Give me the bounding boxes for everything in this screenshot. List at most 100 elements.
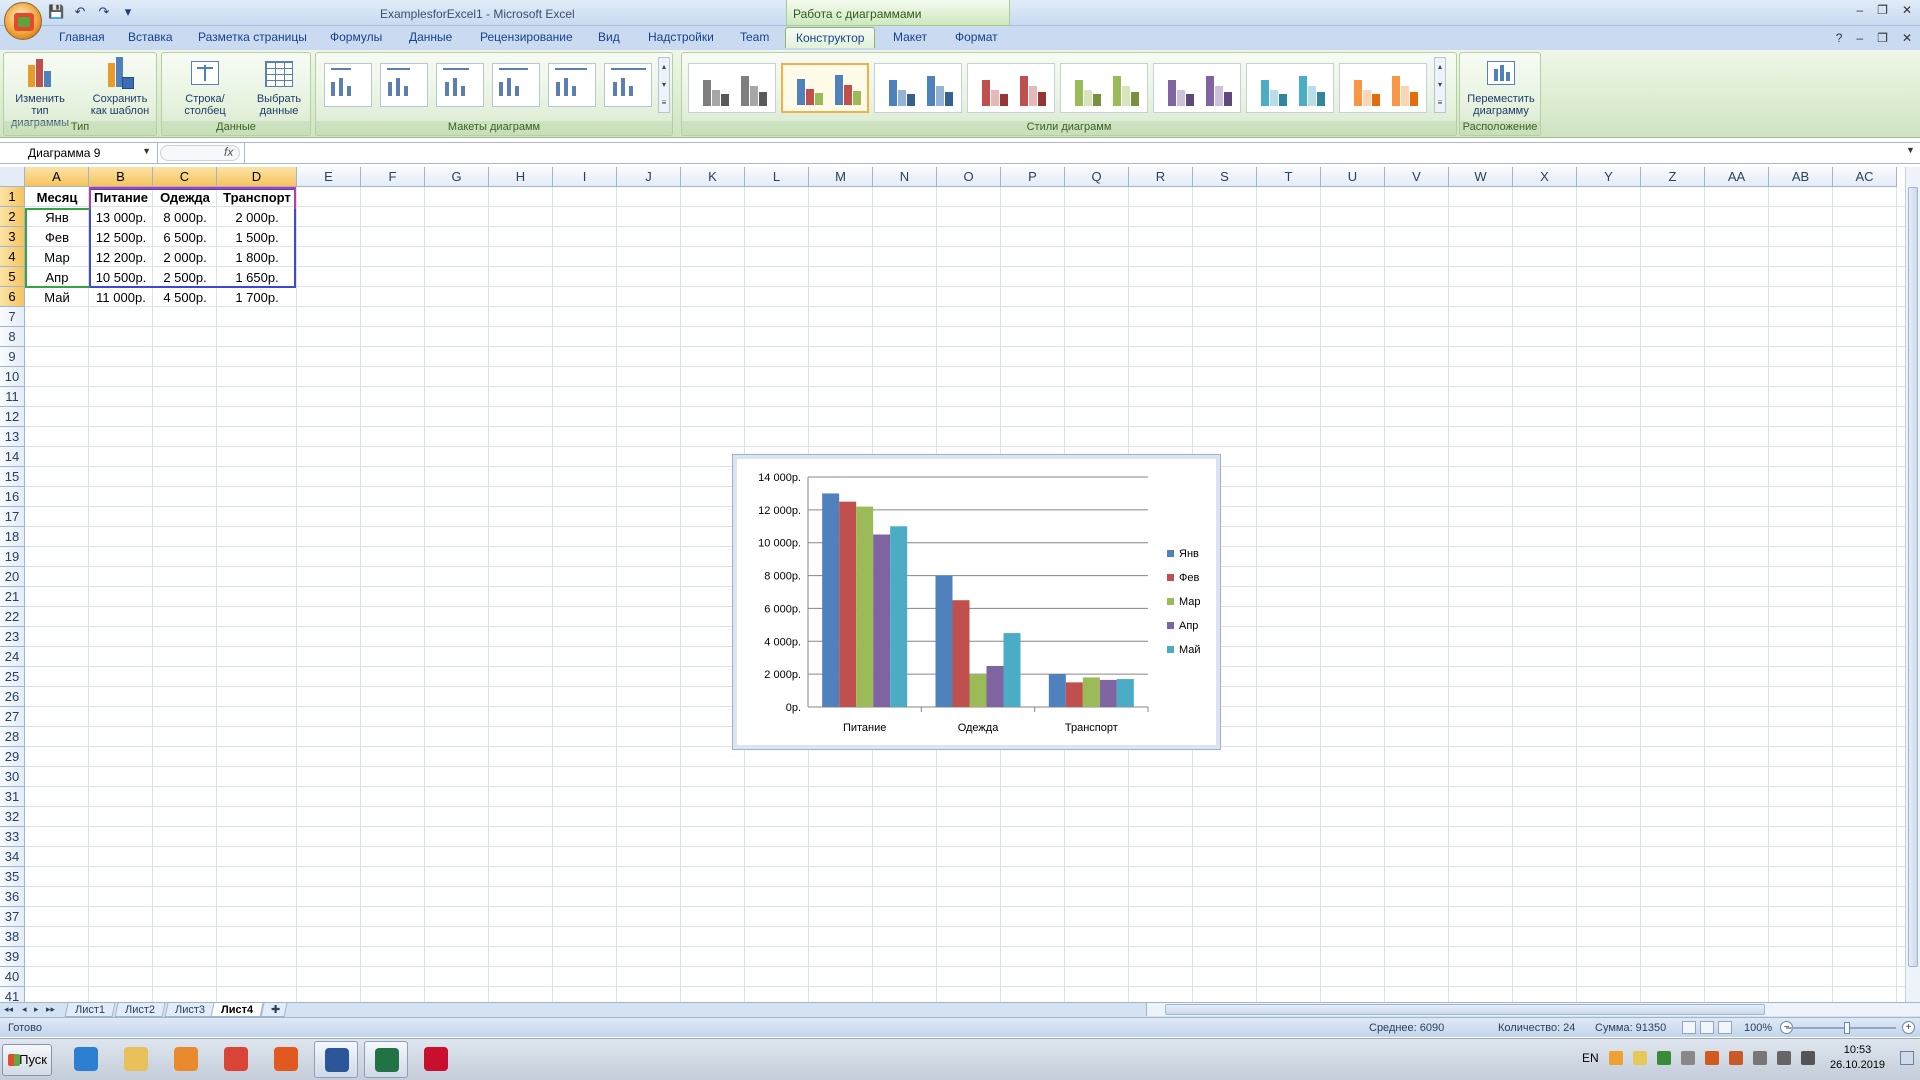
column-header-Q[interactable]: Q — [1065, 167, 1129, 187]
chart-style-1[interactable] — [688, 63, 776, 113]
column-header-B[interactable]: B — [89, 167, 153, 187]
column-header-K[interactable]: K — [681, 167, 745, 187]
tray-folder-icon[interactable] — [1632, 1051, 1647, 1065]
workbook-restore-button[interactable]: ❐ — [1877, 31, 1888, 45]
minimize-button[interactable]: – — [1856, 3, 1863, 17]
x-tick-label[interactable]: Транспорт — [1065, 722, 1118, 734]
y-tick-label[interactable]: 0р. — [786, 702, 801, 714]
bar-Апр-Питание[interactable] — [873, 534, 891, 708]
row-header-12[interactable]: 12 — [0, 407, 25, 427]
table-cell[interactable]: 1 500р. — [217, 228, 297, 248]
column-header-T[interactable]: T — [1257, 167, 1321, 187]
taskbar-internet-explorer[interactable] — [64, 1041, 108, 1078]
chart-layout-4[interactable] — [492, 63, 540, 107]
column-header-N[interactable]: N — [873, 167, 937, 187]
show-desktop-button[interactable] — [1900, 1051, 1914, 1065]
table-cell[interactable]: 2 000р. — [217, 208, 297, 228]
legend-label[interactable]: Фев — [1179, 572, 1199, 584]
row-header-37[interactable]: 37 — [0, 907, 25, 927]
column-header-R[interactable]: R — [1129, 167, 1193, 187]
page-break-view-button[interactable] — [1718, 1021, 1732, 1034]
table-cell[interactable]: Янв — [25, 208, 89, 228]
legend-swatch-Май[interactable] — [1167, 646, 1174, 653]
tab-1[interactable]: Вставка — [128, 30, 173, 44]
column-header-AA[interactable]: AA — [1705, 167, 1769, 187]
tray-nvidia-icon[interactable] — [1656, 1051, 1671, 1065]
bar-Фев-Питание[interactable] — [839, 501, 857, 707]
formula-input[interactable] — [244, 143, 1904, 163]
y-tick-label[interactable]: 12 000р. — [758, 505, 801, 517]
y-tick-label[interactable]: 10 000р. — [758, 538, 801, 550]
row-header-32[interactable]: 32 — [0, 807, 25, 827]
row-header-20[interactable]: 20 — [0, 567, 25, 587]
column-header-F[interactable]: F — [361, 167, 425, 187]
last-sheet-icon[interactable]: ▸▸ — [46, 1004, 55, 1015]
select-data-button[interactable]: Выбрать данные — [250, 57, 308, 117]
chart-layout-2[interactable] — [380, 63, 428, 107]
column-header-E[interactable]: E — [297, 167, 361, 187]
page-layout-view-button[interactable] — [1700, 1021, 1714, 1034]
row-header-2[interactable]: 2 — [0, 207, 25, 227]
row-header-5[interactable]: 5 — [0, 267, 25, 287]
legend-label[interactable]: Янв — [1179, 548, 1199, 560]
tab-11[interactable]: Формат — [955, 30, 998, 44]
tab-4[interactable]: Данные — [409, 30, 452, 44]
start-button[interactable]: Пуск — [2, 1044, 52, 1076]
bar-Фев-Одежда[interactable] — [952, 600, 970, 707]
tab-0[interactable]: Главная — [59, 30, 105, 44]
tray-flag-icon[interactable] — [1752, 1051, 1767, 1065]
legend-label[interactable]: Май — [1179, 644, 1201, 656]
styles-gallery-scroll[interactable]: ▴ ▾ ≡ — [1434, 57, 1446, 113]
row-header-38[interactable]: 38 — [0, 927, 25, 947]
table-cell[interactable]: 10 500р. — [89, 268, 153, 288]
normal-view-button[interactable] — [1682, 1021, 1696, 1034]
bar-Апр-Одежда[interactable] — [986, 665, 1004, 707]
column-header-AB[interactable]: AB — [1769, 167, 1833, 187]
row-header-13[interactable]: 13 — [0, 427, 25, 447]
chart-style-6[interactable] — [1153, 63, 1241, 113]
bar-Май-Питание[interactable] — [890, 526, 908, 707]
zoom-level[interactable]: 100% — [1744, 1022, 1772, 1034]
tray-monitor-icon[interactable] — [1776, 1051, 1791, 1065]
row-header-34[interactable]: 34 — [0, 847, 25, 867]
row-header-14[interactable]: 14 — [0, 447, 25, 467]
row-header-10[interactable]: 10 — [0, 367, 25, 387]
chart-layout-6[interactable] — [604, 63, 652, 107]
tray-security-icon[interactable] — [1728, 1051, 1743, 1065]
vertical-scrollbar[interactable] — [1905, 167, 1920, 1002]
legend-swatch-Мар[interactable] — [1167, 598, 1174, 605]
column-header-S[interactable]: S — [1193, 167, 1257, 187]
taskbar-media-player[interactable] — [164, 1041, 208, 1078]
chevron-down-icon[interactable]: ▼ — [142, 146, 151, 156]
column-header-A[interactable]: A — [25, 167, 89, 187]
sheet-tab-Лист2[interactable]: Лист2 — [114, 1003, 166, 1017]
bar-Янв-Одежда[interactable] — [935, 575, 953, 707]
chart-style-4[interactable] — [967, 63, 1055, 113]
row-header-29[interactable]: 29 — [0, 747, 25, 767]
table-cell[interactable]: 12 200р. — [89, 248, 153, 268]
column-header-M[interactable]: M — [809, 167, 873, 187]
bar-Мар-Питание[interactable] — [856, 506, 874, 707]
chart-layout-1[interactable] — [324, 63, 372, 107]
row-header-30[interactable]: 30 — [0, 767, 25, 787]
table-cell[interactable]: 6 500р. — [153, 228, 217, 248]
chart-style-8[interactable] — [1339, 63, 1427, 113]
header-cell[interactable]: Питание — [89, 188, 153, 208]
x-tick-label[interactable]: Одежда — [958, 722, 1000, 734]
tab-7[interactable]: Надстройки — [648, 30, 714, 44]
column-header-Z[interactable]: Z — [1641, 167, 1705, 187]
row-header-41[interactable]: 41 — [0, 987, 25, 1002]
row-header-28[interactable]: 28 — [0, 727, 25, 747]
sheet-tab-Лист1[interactable]: Лист1 — [64, 1003, 116, 1017]
table-cell[interactable]: 4 500р. — [153, 288, 217, 308]
column-header-O[interactable]: O — [937, 167, 1001, 187]
vertical-scroll-thumb[interactable] — [1908, 187, 1918, 967]
table-cell[interactable]: 11 000р. — [89, 288, 153, 308]
workbook-close-button[interactable]: ✕ — [1902, 31, 1912, 45]
chart-layout-5[interactable] — [548, 63, 596, 107]
tab-8[interactable]: Team — [740, 30, 769, 44]
x-tick-label[interactable]: Питание — [843, 722, 886, 734]
first-sheet-icon[interactable]: ◂◂ — [4, 1004, 13, 1015]
column-header-L[interactable]: L — [745, 167, 809, 187]
row-header-3[interactable]: 3 — [0, 227, 25, 247]
